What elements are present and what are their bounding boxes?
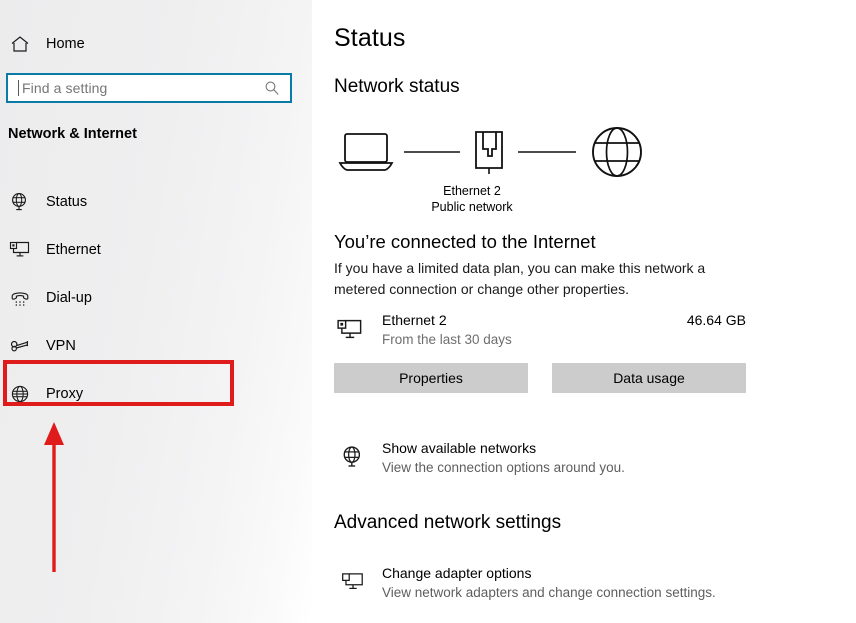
settings-main-panel: Status Network status	[312, 0, 856, 623]
dialup-phone-icon	[8, 286, 32, 310]
sidebar-section-title: Network & Internet	[8, 126, 137, 142]
show-available-networks-row[interactable]: Show available networks View the connect…	[334, 440, 754, 484]
ethernet-monitor-icon	[338, 567, 368, 597]
sidebar-item-home-label: Home	[46, 36, 85, 52]
sidebar-item-dial-up[interactable]: Dial-up	[0, 274, 300, 322]
network-diagram: Ethernet 2 Public network	[332, 125, 652, 215]
sidebar-item-home[interactable]: Home	[0, 27, 300, 61]
sidebar-item-vpn-label: VPN	[46, 338, 76, 354]
sidebar-item-ethernet-label: Ethernet	[46, 242, 101, 258]
adapter-name: Ethernet 2	[382, 312, 447, 328]
sidebar-nav-list: Status Ethernet	[0, 178, 300, 418]
sidebar-item-ethernet[interactable]: Ethernet	[0, 226, 300, 274]
change-adapter-options-description: View network adapters and change connect…	[382, 585, 716, 600]
diagram-network-type: Public network	[372, 199, 572, 215]
sidebar-item-status-label: Status	[46, 194, 87, 210]
globe-icon	[8, 382, 32, 406]
show-available-networks-description: View the connection options around you.	[382, 460, 625, 475]
search-input-placeholder: Find a setting	[22, 80, 107, 96]
text-cursor	[18, 80, 19, 96]
connected-heading: You’re connected to the Internet	[334, 231, 596, 253]
sidebar-item-status[interactable]: Status	[0, 178, 300, 226]
globe-icon	[593, 128, 641, 176]
home-icon	[9, 33, 31, 55]
network-status-globe-icon	[338, 442, 368, 472]
vpn-key-icon	[8, 334, 32, 358]
ethernet-monitor-icon	[8, 238, 32, 262]
sidebar-item-dial-up-label: Dial-up	[46, 290, 92, 306]
settings-sidebar: Home Find a setting Network & Internet	[0, 0, 312, 623]
data-usage-button[interactable]: Data usage	[552, 363, 746, 393]
page-title: Status	[334, 24, 405, 53]
network-status-heading: Network status	[334, 76, 460, 98]
properties-button[interactable]: Properties	[334, 363, 528, 393]
adapter-usage-row: Ethernet 2 From the last 30 days 46.64 G…	[334, 310, 746, 352]
change-adapter-options-row[interactable]: Change adapter options View network adap…	[334, 565, 754, 609]
network-diagram-caption: Ethernet 2 Public network	[372, 183, 572, 215]
adapter-period: From the last 30 days	[382, 332, 512, 347]
sidebar-item-proxy-label: Proxy	[46, 386, 83, 402]
annotation-up-arrow-icon	[36, 420, 72, 572]
search-icon[interactable]	[264, 80, 280, 96]
network-status-globe-icon	[8, 190, 32, 214]
change-adapter-options-title: Change adapter options	[382, 565, 531, 581]
advanced-network-settings-heading: Advanced network settings	[334, 512, 561, 534]
settings-window: Home Find a setting Network & Internet	[0, 0, 856, 623]
ethernet-monitor-icon	[334, 314, 366, 346]
laptop-icon	[340, 134, 392, 170]
diagram-adapter-name: Ethernet 2	[372, 183, 572, 199]
search-input[interactable]: Find a setting	[6, 73, 292, 103]
connected-description: If you have a limited data plan, you can…	[334, 258, 742, 300]
show-available-networks-title: Show available networks	[382, 440, 536, 456]
sidebar-item-proxy[interactable]: Proxy	[0, 370, 300, 418]
sidebar-item-vpn[interactable]: VPN	[0, 322, 300, 370]
adapter-data-usage: 46.64 GB	[687, 312, 746, 328]
ethernet-port-icon	[476, 132, 502, 174]
